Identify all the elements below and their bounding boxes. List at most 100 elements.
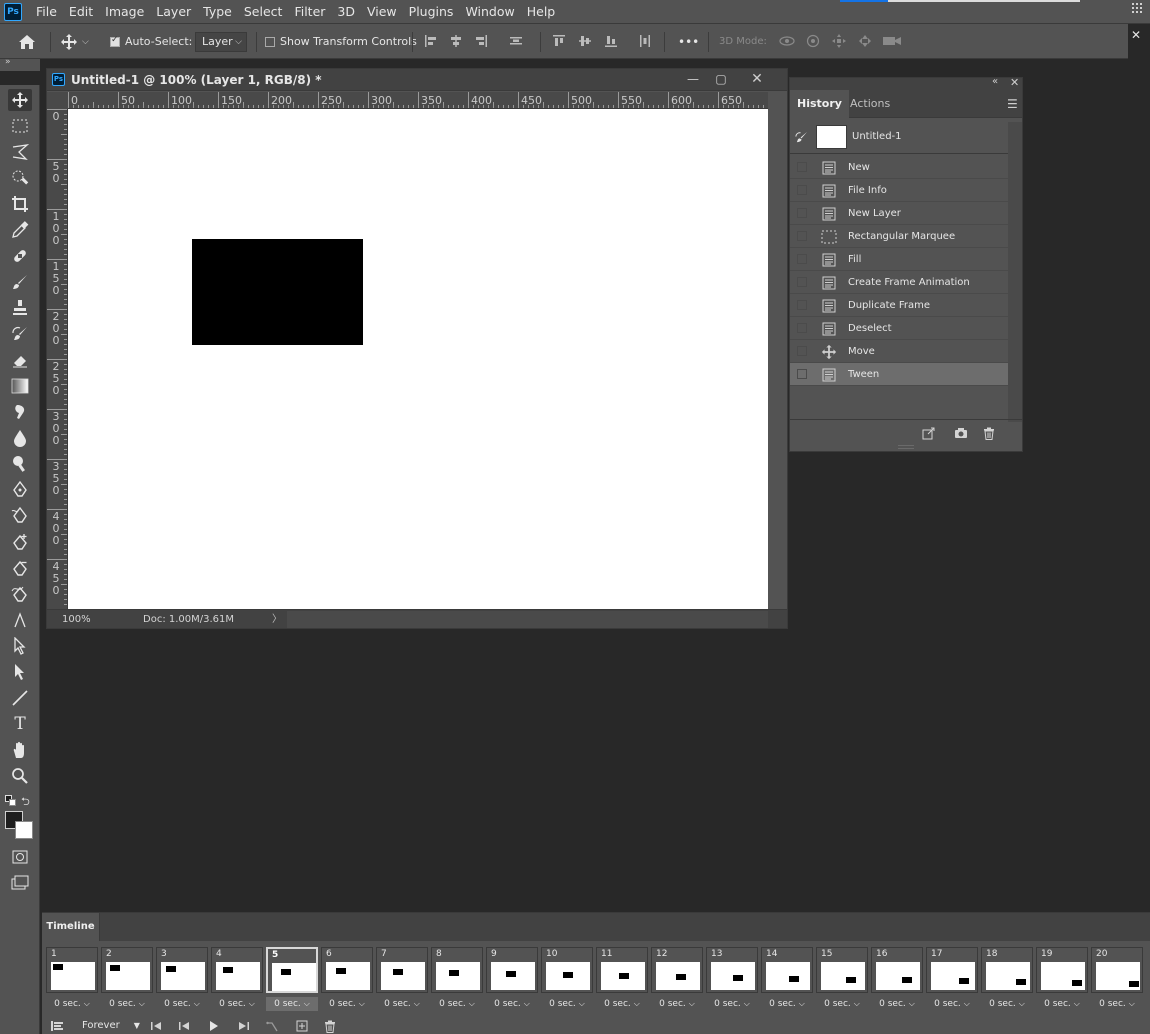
history-source-checkbox[interactable] [797,277,807,287]
history-source-checkbox[interactable] [797,300,807,310]
frame-delay-dropdown[interactable]: 0 sec. ⌵ [321,997,373,1011]
animation-frame[interactable]: 7 0 sec. ⌵ [376,947,428,1013]
close-panel-icon[interactable]: ✕ [1010,76,1019,89]
animation-frame[interactable]: 18 0 sec. ⌵ [981,947,1033,1013]
history-state-rectangular-marquee[interactable]: Rectangular Marquee [790,225,1008,248]
auto-select-target-dropdown[interactable]: Layer ⌵ [195,32,247,52]
menu-window[interactable]: Window [459,0,520,24]
auto-select-toggle[interactable]: Auto-Select: [110,24,192,59]
history-source-checkbox[interactable] [797,231,807,241]
history-brush-icon[interactable] [8,323,32,345]
double-chevron-icon[interactable]: » [5,57,11,67]
history-state-create-frame-animation[interactable]: Create Frame Animation [790,271,1008,294]
background-color-swatch[interactable] [15,821,33,839]
frame-delay-dropdown[interactable]: 0 sec. ⌵ [376,997,428,1011]
tab-actions[interactable]: Actions [843,90,897,118]
animation-frame[interactable]: 19 0 sec. ⌵ [1036,947,1088,1013]
animation-frame[interactable]: 10 0 sec. ⌵ [541,947,593,1013]
eyedropper-icon[interactable] [8,219,32,241]
quick-mask-icon[interactable] [8,846,32,868]
animation-frame[interactable]: 12 0 sec. ⌵ [651,947,703,1013]
menu-filter[interactable]: Filter [288,0,331,24]
trash-icon[interactable] [981,425,997,441]
align-bottom-icon[interactable] [604,34,618,48]
animation-frame[interactable]: 17 0 sec. ⌵ [926,947,978,1013]
move-tool-preset-icon[interactable]: ⌵ [60,24,89,59]
zoom-icon[interactable] [8,765,32,787]
history-source-checkbox[interactable] [797,369,807,379]
line-icon[interactable] [8,687,32,709]
animation-frame[interactable]: 9 0 sec. ⌵ [486,947,538,1013]
history-state-deselect[interactable]: Deselect [790,317,1008,340]
convert-point-icon[interactable] [8,609,32,631]
pen-icon[interactable] [8,479,32,501]
frame-delay-dropdown[interactable]: 0 sec. ⌵ [541,997,593,1011]
menu-3d[interactable]: 3D [331,0,361,24]
history-state-new[interactable]: New [790,156,1008,179]
direct-selection-icon[interactable] [8,661,32,683]
ruler-origin[interactable] [47,92,68,109]
freeform-pen-icon[interactable] [8,505,32,527]
3d-slide-icon[interactable] [858,34,872,48]
history-state-file-info[interactable]: File Info [790,179,1008,202]
black-rectangle-layer[interactable] [192,239,363,345]
menu-edit[interactable]: Edit [63,0,99,24]
hand-icon[interactable] [8,739,32,761]
horizontal-ruler[interactable]: 0 50 100 150 200 250 300 350 400 450 500 550 600 650 [68,92,768,109]
crop-icon[interactable] [8,193,32,215]
swap-colors-icon[interactable]: ⮌ [21,793,30,812]
curvature-pen-icon[interactable] [8,583,32,605]
3d-pan-icon[interactable] [832,34,846,48]
animation-frame[interactable]: 4 0 sec. ⌵ [211,947,263,1013]
animation-frame[interactable]: 11 0 sec. ⌵ [596,947,648,1013]
align-top-icon[interactable] [552,34,566,48]
next-frame-icon[interactable] [238,1017,250,1034]
menu-view[interactable]: View [361,0,403,24]
default-colors-icon[interactable] [5,795,17,810]
frame-delay-dropdown[interactable]: 0 sec. ⌵ [926,997,978,1011]
history-scrollbar[interactable] [1008,122,1022,422]
frame-delay-dropdown[interactable]: 0 sec. ⌵ [981,997,1033,1011]
type-tool-icon[interactable]: T [8,713,32,735]
menu-help[interactable]: Help [521,0,562,24]
auto-select-checkbox[interactable] [110,35,120,47]
3d-roll-icon[interactable] [806,34,820,48]
frame-delay-dropdown[interactable]: 0 sec. ⌵ [1036,997,1088,1011]
history-source-checkbox[interactable] [797,346,807,356]
history-snapshot[interactable]: Untitled-1 [790,122,1008,154]
chevron-right-icon[interactable]: 〉 [272,610,282,629]
eraser-icon[interactable] [8,349,32,371]
frame-delay-dropdown[interactable]: 0 sec. ⌵ [431,997,483,1011]
frame-delay-dropdown[interactable]: 0 sec. ⌵ [871,997,923,1011]
vertical-ruler[interactable]: 050100150200250300350400450 [47,109,68,609]
show-transform-checkbox[interactable] [265,36,275,47]
blur-drop-icon[interactable] [8,427,32,449]
more-options-button[interactable]: ••• [678,24,699,59]
lasso-icon[interactable] [8,141,32,163]
animation-frame[interactable]: 5 0 sec. ⌵ [266,947,318,1013]
animation-frame[interactable]: 13 0 sec. ⌵ [706,947,758,1013]
brush-icon[interactable] [8,271,32,293]
loop-options-dropdown[interactable]: Forever ▼ [82,1017,140,1034]
panel-header-strip[interactable]: « ✕ [790,76,1022,90]
workspace-grid-icon[interactable] [1131,2,1143,14]
align-horizontal-center-icon[interactable] [449,34,463,48]
toolbar-collapse-strip[interactable]: » [0,57,40,71]
history-source-checkbox[interactable] [797,323,807,333]
camera-icon[interactable] [953,425,969,441]
menu-layer[interactable]: Layer [150,0,197,24]
frame-delay-dropdown[interactable]: 0 sec. ⌵ [156,997,208,1011]
history-state-tween[interactable]: Tween [790,363,1008,386]
animation-frame[interactable]: 6 0 sec. ⌵ [321,947,373,1013]
home-icon[interactable] [18,24,36,59]
menu-image[interactable]: Image [99,0,150,24]
tween-icon[interactable] [266,1017,278,1034]
previous-frame-icon[interactable] [178,1017,190,1034]
frame-delay-dropdown[interactable]: 0 sec. ⌵ [596,997,648,1011]
frame-delay-dropdown[interactable]: 0 sec. ⌵ [1091,997,1143,1011]
healing-brush-icon[interactable] [8,245,32,267]
rectangular-marquee-icon[interactable] [8,115,32,137]
add-anchor-point-icon[interactable] [8,531,32,553]
frame-delay-dropdown[interactable]: 0 sec. ⌵ [651,997,703,1011]
history-source-checkbox[interactable] [797,162,807,172]
